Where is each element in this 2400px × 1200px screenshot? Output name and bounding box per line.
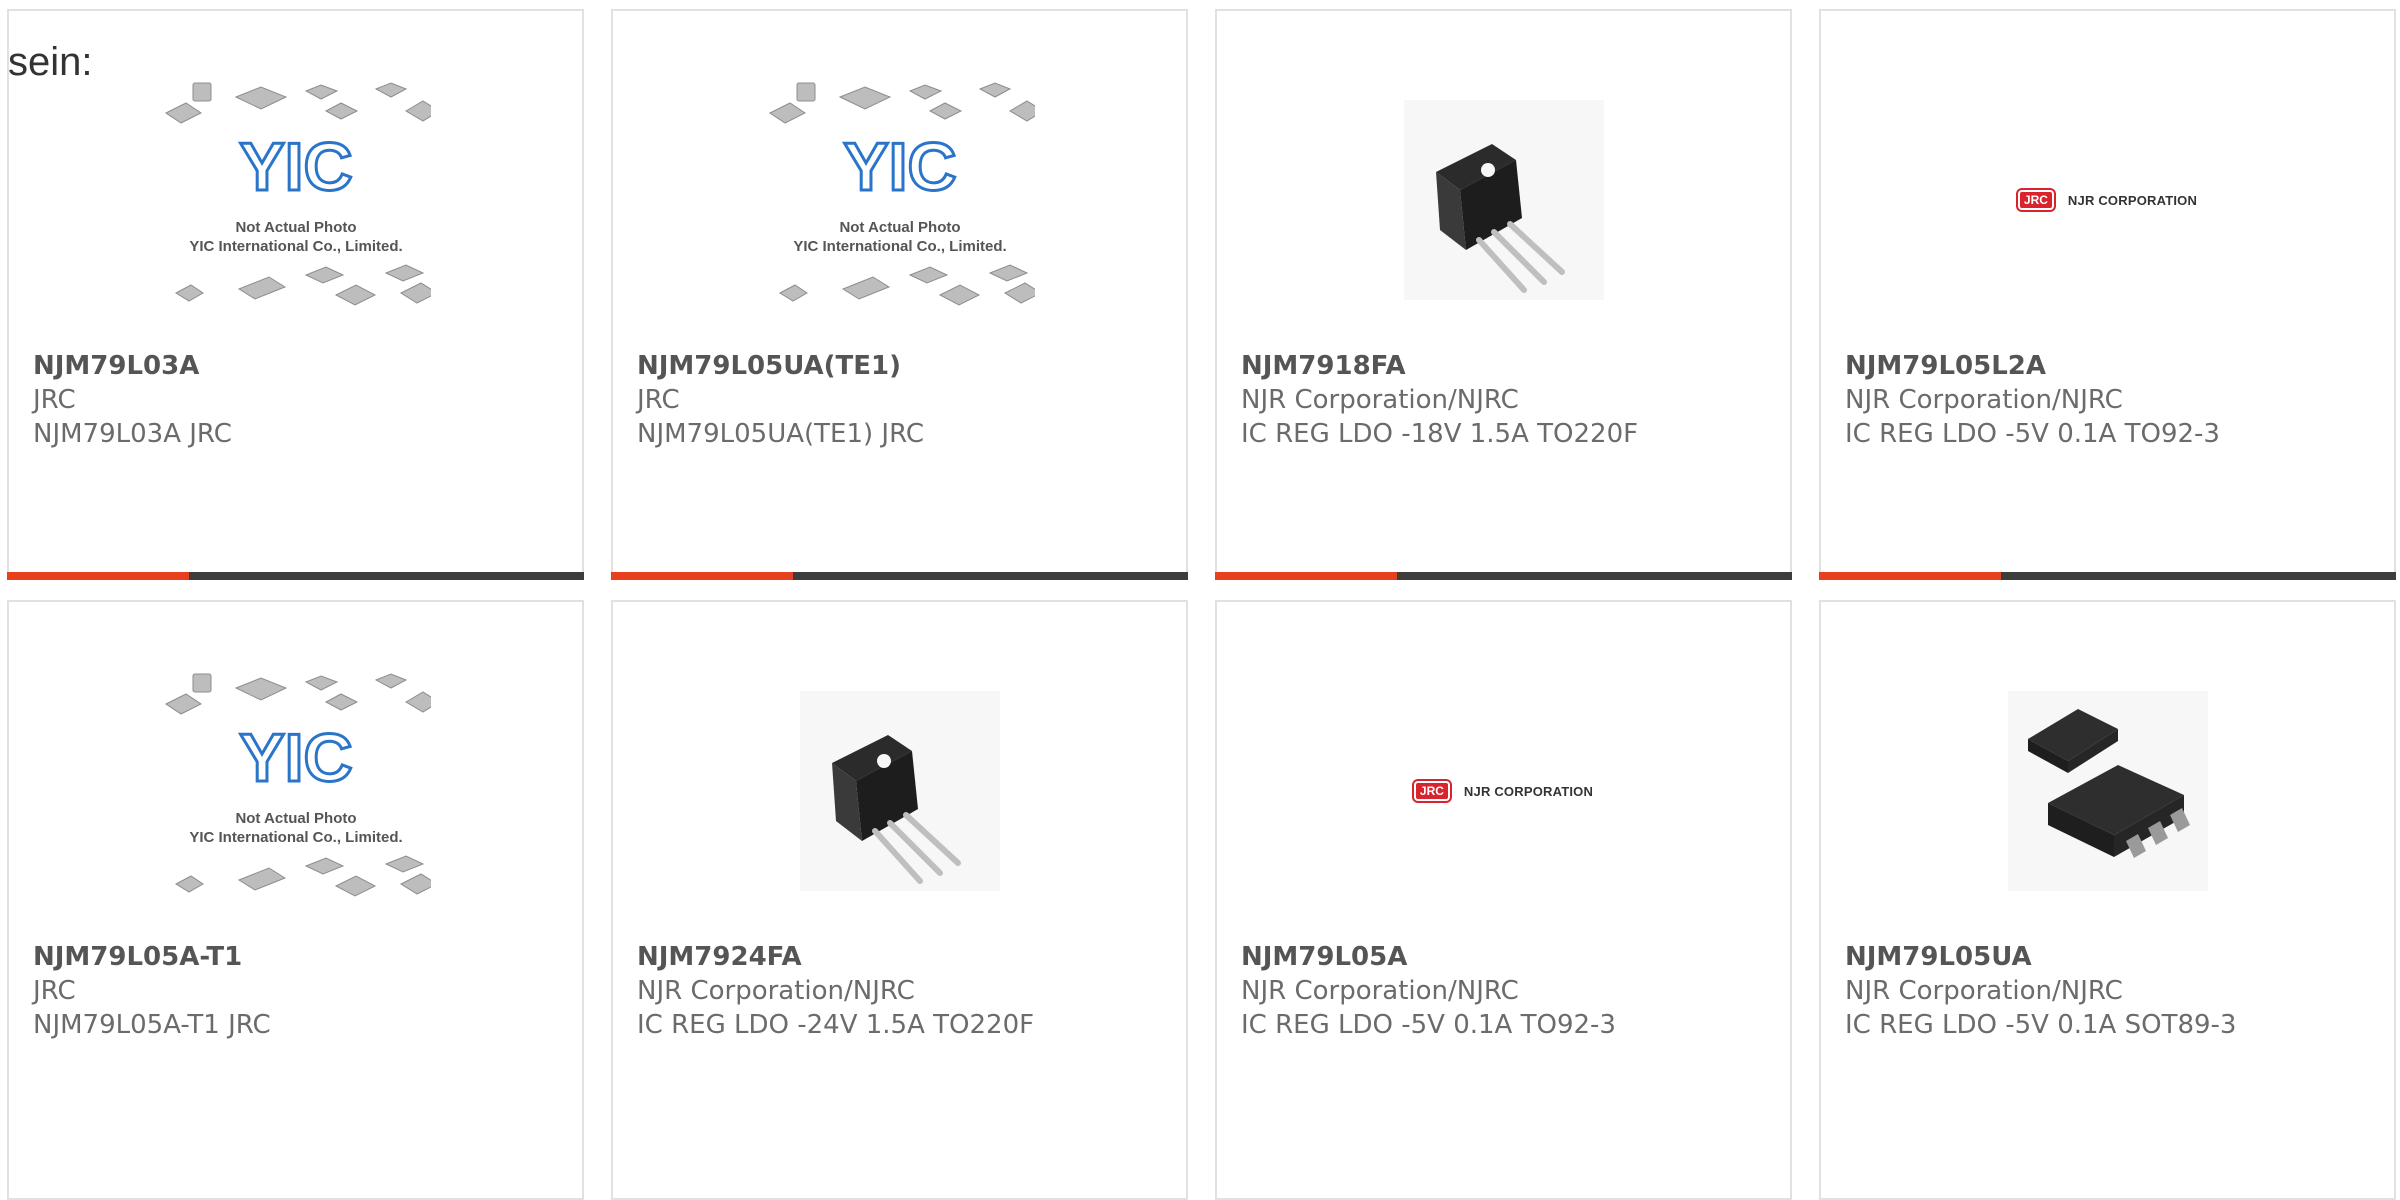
yic-placeholder-icon: YIC Not Actual Photo YIC International C… (768, 82, 1035, 306)
product-card[interactable]: NJM7918FA NJR Corporation/NJRC IC REG LD… (1215, 9, 1792, 580)
svg-text:YIC International Co., Limited: YIC International Co., Limited. (189, 829, 402, 846)
manufacturer-label: NJR Corporation/NJRC (1845, 385, 2123, 415)
part-number-link[interactable]: NJM79L05A-T1 (33, 940, 562, 974)
njr-logo: JRC NJR CORPORATION (2017, 190, 2198, 210)
part-number-link[interactable]: NJM79L05UA(TE1) (637, 349, 1166, 383)
product-card[interactable]: JRC NJR CORPORATION NJM79L05L2A NJR Corp… (1819, 9, 2396, 580)
to220f-package-icon (1403, 100, 1604, 300)
svg-text:Not Actual Photo: Not Actual Photo (839, 219, 960, 236)
product-description: IC REG LDO -5V 0.1A TO92-3 (1241, 1010, 1616, 1040)
to220f-package-icon (799, 691, 1000, 891)
sot89-package-icon (2007, 691, 2208, 891)
njr-logo-text: NJR CORPORATION (2067, 192, 2198, 208)
product-description: IC REG LDO -5V 0.1A TO92-3 (1845, 419, 2220, 449)
product-image[interactable] (765, 666, 1035, 916)
manufacturer-label: JRC (637, 385, 680, 415)
product-card[interactable]: NJM79L05UA NJR Corporation/NJRC IC REG L… (1819, 600, 2396, 1200)
yic-placeholder-icon: YIC Not Actual Photo YIC International C… (164, 673, 431, 897)
part-number-link[interactable]: NJM7924FA (637, 940, 1166, 974)
card-accent-bar (1215, 572, 1792, 580)
manufacturer-label: NJR Corporation/NJRC (1241, 976, 1519, 1006)
product-card[interactable]: YIC Not Actual Photo YIC International C… (7, 9, 584, 580)
card-accent-bar (611, 572, 1188, 580)
product-image[interactable] (1973, 666, 2243, 916)
product-card[interactable]: JRC NJR CORPORATION NJM79L05A NJR Corpor… (1215, 600, 1792, 1200)
svg-text:YIC: YIC (843, 129, 956, 205)
product-description: NJM79L05UA(TE1) JRC (637, 419, 925, 449)
part-number-link[interactable]: NJM7918FA (1241, 349, 1770, 383)
product-image-placeholder[interactable]: YIC Not Actual Photo YIC International C… (161, 75, 431, 325)
product-description: NJM79L05A-T1 JRC (33, 1010, 271, 1040)
svg-text:Not Actual Photo: Not Actual Photo (235, 219, 356, 236)
svg-text:YIC International Co., Limited: YIC International Co., Limited. (793, 238, 1006, 255)
product-description: NJM79L03A JRC (33, 419, 232, 449)
part-number-link[interactable]: NJM79L05A (1241, 940, 1770, 974)
jrc-badge: JRC (1413, 781, 1450, 801)
svg-text:Not Actual Photo: Not Actual Photo (235, 810, 356, 827)
product-card[interactable]: YIC Not Actual Photo YIC International C… (7, 600, 584, 1200)
manufacturer-label: JRC (33, 976, 76, 1006)
product-card[interactable]: NJM7924FA NJR Corporation/NJRC IC REG LD… (611, 600, 1188, 1200)
product-image[interactable]: JRC NJR CORPORATION (1369, 666, 1639, 916)
svg-text:YIC International Co., Limited: YIC International Co., Limited. (189, 238, 402, 255)
product-image-placeholder[interactable]: YIC Not Actual Photo YIC International C… (765, 75, 1035, 325)
card-accent-bar (7, 572, 584, 580)
part-number-link[interactable]: NJM79L05UA (1845, 940, 2374, 974)
product-description: IC REG LDO -5V 0.1A SOT89-3 (1845, 1010, 2237, 1040)
card-accent-bar (1819, 572, 2396, 580)
intro-text: sein: (8, 40, 93, 84)
manufacturer-label: NJR Corporation/NJRC (637, 976, 915, 1006)
product-image[interactable] (1369, 75, 1639, 325)
product-image-placeholder[interactable]: YIC Not Actual Photo YIC International C… (161, 666, 431, 916)
njr-logo-text: NJR CORPORATION (1463, 783, 1594, 799)
manufacturer-label: JRC (33, 385, 76, 415)
product-description: IC REG LDO -24V 1.5A TO220F (637, 1010, 1035, 1040)
yic-placeholder-icon: YIC Not Actual Photo YIC International C… (164, 82, 431, 306)
part-number-link[interactable]: NJM79L03A (33, 349, 562, 383)
svg-text:YIC: YIC (239, 720, 352, 796)
svg-text:YIC: YIC (239, 129, 352, 205)
manufacturer-label: NJR Corporation/NJRC (1241, 385, 1519, 415)
product-image[interactable]: JRC NJR CORPORATION (1973, 75, 2243, 325)
product-description: IC REG LDO -18V 1.5A TO220F (1241, 419, 1639, 449)
njr-logo: JRC NJR CORPORATION (1413, 781, 1594, 801)
jrc-badge: JRC (2017, 190, 2054, 210)
part-number-link[interactable]: NJM79L05L2A (1845, 349, 2374, 383)
product-card[interactable]: YIC Not Actual Photo YIC International C… (611, 9, 1188, 580)
manufacturer-label: NJR Corporation/NJRC (1845, 976, 2123, 1006)
